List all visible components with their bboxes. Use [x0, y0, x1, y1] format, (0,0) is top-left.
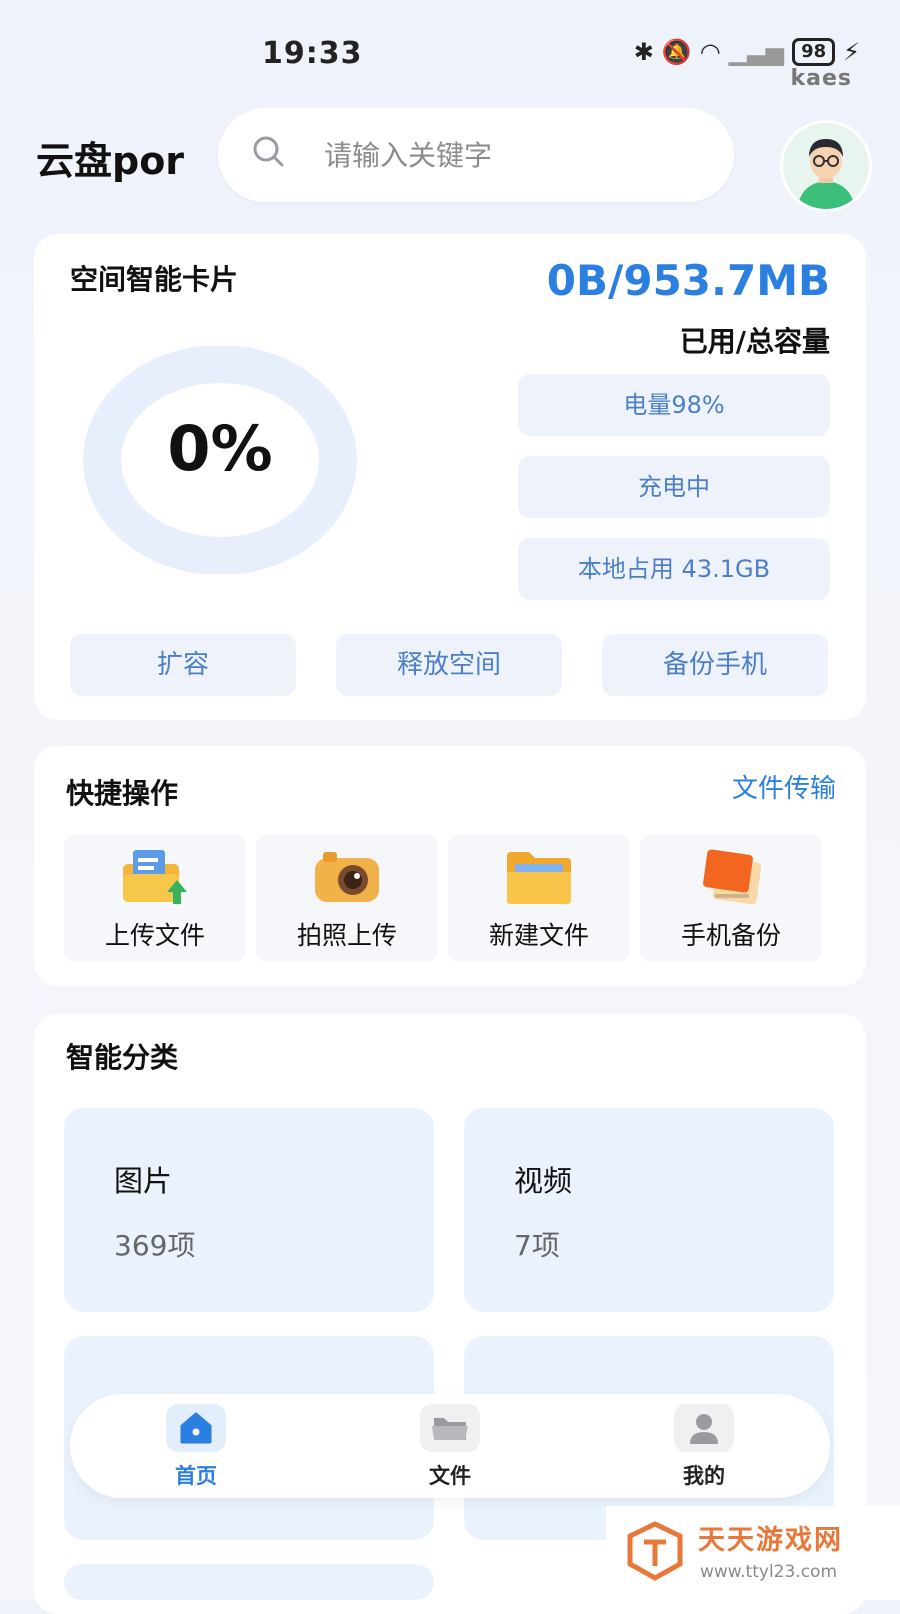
bluetooth-icon: ✱ [633, 38, 654, 66]
photo-upload-label: 拍照上传 [296, 921, 397, 950]
nav-tab-home[interactable]: 首页 [126, 1394, 266, 1498]
file-transfer-link[interactable]: 文件传输 [732, 768, 836, 805]
storage-used-total: 0B/953.7MB [546, 256, 830, 305]
new-file-label: 新建文件 [488, 921, 589, 950]
app-title: 云盘por [36, 139, 185, 183]
backup-notebook-icon [703, 849, 762, 905]
category-images-count: 369项 [114, 1229, 196, 1262]
search-input[interactable] [322, 130, 706, 180]
bottom-navigation: 首页 文件 我的 [70, 1394, 830, 1498]
category-videos-name: 视频 [514, 1164, 573, 1198]
upload-folder-icon [123, 850, 187, 904]
battery-level-pill: 电量98% [518, 374, 830, 436]
avatar[interactable] [780, 120, 872, 212]
category-tile[interactable] [64, 1564, 434, 1600]
smart-categories-title: 智能分类 [66, 1041, 179, 1074]
local-usage-pill: 本地占用 43.1GB [518, 538, 830, 600]
category-images-name: 图片 [114, 1164, 173, 1198]
storage-used-total-label: 已用/总容量 [679, 325, 830, 358]
quick-actions-title: 快捷操作 [66, 777, 179, 810]
user-avatar-icon [783, 123, 869, 209]
search-bar[interactable] [218, 108, 734, 202]
camera-icon [315, 852, 379, 902]
storage-usage-percent: 0% [167, 412, 273, 485]
backup-phone-button[interactable]: 备份手机 [602, 634, 828, 696]
status-icons: ✱ 🔕 ◠ ▁▃▅ 98 ⚡ [634, 38, 860, 66]
free-space-button[interactable]: 释放空间 [336, 634, 562, 696]
quick-actions-card: 快捷操作 文件传输 上传文件 拍照上传 新建文件 手机备份 [34, 746, 866, 986]
phone-backup-action[interactable]: 手机备份 [640, 834, 822, 962]
home-icon [166, 1404, 226, 1452]
upload-file-action[interactable]: 上传文件 [64, 834, 246, 962]
signal-icon: ▁▃▅ [728, 38, 785, 66]
watermark-name: 天天游戏网 [698, 1525, 843, 1556]
phone-backup-label: 手机备份 [680, 921, 781, 950]
carrier-label: kaes [790, 66, 852, 91]
mute-bell-icon: 🔕 [661, 38, 692, 66]
battery-indicator: 98 [792, 38, 836, 66]
expand-capacity-button[interactable]: 扩容 [70, 634, 296, 696]
upload-file-label: 上传文件 [104, 921, 205, 950]
person-icon [674, 1404, 734, 1452]
watermark-url: www.ttyl23.com [700, 1562, 838, 1582]
nav-label-mine: 我的 [683, 1464, 725, 1488]
nav-tab-files[interactable]: 文件 [380, 1394, 520, 1498]
status-time: 19:33 [262, 36, 363, 71]
search-icon [253, 136, 284, 167]
photo-upload-action[interactable]: 拍照上传 [256, 834, 438, 962]
watermark-logo-icon [627, 1521, 683, 1581]
charging-icon: ⚡ [843, 38, 860, 66]
new-file-action[interactable]: 新建文件 [448, 834, 630, 962]
nav-label-home: 首页 [175, 1464, 217, 1488]
category-videos-tile[interactable]: 视频 7项 [464, 1108, 834, 1312]
site-watermark: 天天游戏网 www.ttyl23.com [606, 1506, 900, 1600]
folder-icon [507, 852, 571, 904]
category-videos-count: 7项 [514, 1229, 560, 1262]
storage-card: 空间智能卡片 0B/953.7MB 已用/总容量 0% 电量98% 充电中 本地… [34, 234, 866, 720]
nav-label-files: 文件 [429, 1464, 471, 1488]
nav-tab-mine[interactable]: 我的 [634, 1394, 774, 1498]
folder-nav-icon [420, 1404, 480, 1452]
storage-card-title: 空间智能卡片 [70, 263, 239, 296]
wifi-icon: ◠ [699, 38, 721, 66]
category-images-tile[interactable]: 图片 369项 [64, 1108, 434, 1312]
charging-status-pill: 充电中 [518, 456, 830, 518]
